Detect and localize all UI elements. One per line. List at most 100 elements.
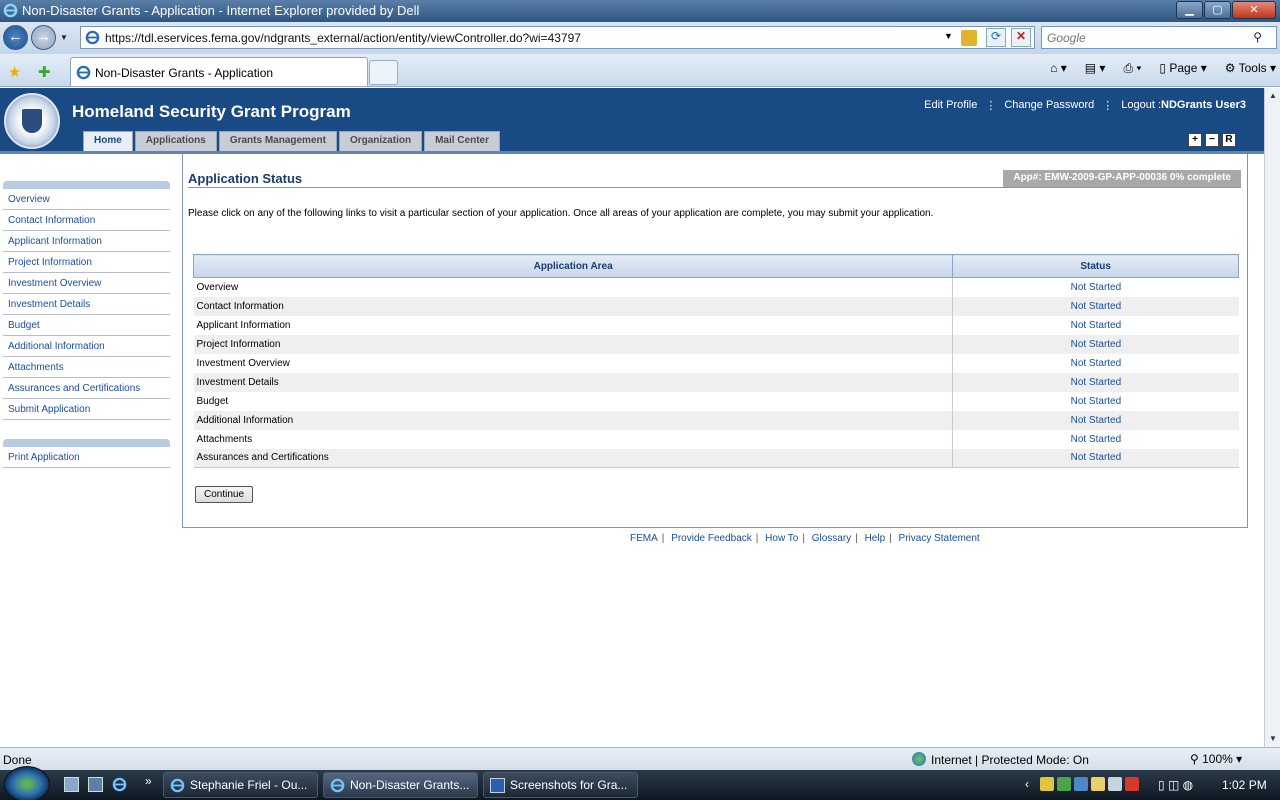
status-link[interactable]: Not Started	[953, 278, 1239, 297]
print-icon[interactable]: ⎙ ▾	[1123, 61, 1141, 76]
scroll-down-icon[interactable]: ▼	[1265, 731, 1280, 747]
stop-button[interactable]: ✕	[1011, 28, 1031, 47]
tools-menu[interactable]: ⚙ Tools ▾	[1225, 61, 1276, 76]
scroll-up-icon[interactable]: ▲	[1265, 88, 1280, 104]
table-row: Investment Overview Not Started	[193, 353, 1239, 373]
table-row: Attachments Not Started	[193, 429, 1239, 449]
sidebar-item-budget[interactable]: Budget	[3, 315, 170, 336]
taskbar-label: Screenshots for Gra...	[510, 778, 628, 792]
sidebar-item-submit-application[interactable]: Submit Application	[3, 399, 170, 420]
url-text[interactable]: https://tdl.eservices.fema.gov/ndgrants_…	[105, 31, 581, 45]
favorites-star-icon[interactable]: ★	[8, 63, 21, 81]
tab-mail-center[interactable]: Mail Center	[424, 131, 500, 151]
change-password-link[interactable]: Change Password	[1004, 99, 1094, 112]
edit-profile-link[interactable]: Edit Profile	[924, 99, 977, 112]
status-link[interactable]: Not Started	[952, 448, 1239, 468]
minimize-button[interactable]: ▁	[1176, 1, 1203, 19]
sidebar-item-project-information[interactable]: Project Information	[3, 252, 170, 273]
search-icon[interactable]: ⚲	[1253, 30, 1262, 44]
tray-icon[interactable]	[1091, 777, 1105, 791]
tab-applications[interactable]: Applications	[134, 131, 217, 151]
tray-expand-icon[interactable]: ‹	[1025, 777, 1029, 791]
footer-link-glossary[interactable]: Glossary	[812, 533, 851, 544]
maximize-button[interactable]: ▢	[1204, 1, 1231, 19]
tray-icon[interactable]	[1040, 777, 1054, 791]
tray-icon[interactable]	[1074, 777, 1088, 791]
refresh-button[interactable]: ⟳	[986, 28, 1006, 47]
sidebar-item-investment-details[interactable]: Investment Details	[3, 294, 170, 315]
ie-quicklaunch-icon[interactable]	[112, 777, 127, 792]
home-icon[interactable]: ⌂ ▾	[1050, 61, 1067, 76]
status-link[interactable]: Not Started	[952, 296, 1239, 316]
volume-network-icons[interactable]: ▯ ◫ ◍	[1158, 778, 1193, 792]
forward-button[interactable]: →	[31, 25, 56, 50]
security-zone[interactable]: Internet | Protected Mode: On	[912, 752, 1089, 767]
zoom-control[interactable]: ⚲ 100% ▾	[1190, 752, 1242, 766]
table-row: Additional Information Not Started	[193, 410, 1239, 430]
clock[interactable]: 1:02 PM	[1222, 778, 1267, 792]
add-favorites-icon[interactable]: ✚	[38, 63, 51, 81]
tab-home[interactable]: Home	[83, 131, 133, 151]
switch-windows-icon[interactable]	[88, 777, 103, 792]
taskbar-button-word[interactable]: Screenshots for Gra...	[483, 772, 638, 798]
sidebar-item-attachments[interactable]: Attachments	[3, 357, 170, 378]
continue-button[interactable]: Continue	[195, 486, 254, 503]
quicklaunch-chevron-icon[interactable]: »	[145, 774, 160, 789]
sidebar-item-applicant-information[interactable]: Applicant Information	[3, 231, 170, 252]
status-link[interactable]: Not Started	[953, 354, 1239, 373]
status-link[interactable]: Not Started	[953, 430, 1239, 449]
status-link[interactable]: Not Started	[953, 392, 1239, 411]
application-status-panel: Application Status App#: EMW-2009-GP-APP…	[182, 154, 1248, 528]
browser-tab[interactable]: Non-Disaster Grants - Application	[70, 57, 368, 86]
recent-pages-dropdown-icon[interactable]: ▼	[60, 33, 68, 42]
start-button[interactable]	[4, 766, 50, 800]
footer-link-feedback[interactable]: Provide Feedback	[671, 533, 752, 544]
area-cell: Applicant Information	[193, 315, 954, 335]
page-menu[interactable]: ▯ Page ▾	[1159, 61, 1206, 76]
search-input[interactable]	[1047, 28, 1247, 48]
address-dropdown-icon[interactable]: ▼	[944, 31, 953, 41]
status-link[interactable]: Not Started	[952, 410, 1239, 430]
new-tab-button[interactable]	[369, 60, 398, 85]
status-link[interactable]: Not Started	[952, 334, 1239, 354]
taskbar-label: Stephanie Friel - Ou...	[190, 778, 308, 792]
logout-link[interactable]: Logout :	[1121, 99, 1161, 112]
footer-link-fema[interactable]: FEMA	[630, 533, 658, 544]
tray-icon[interactable]	[1057, 777, 1071, 791]
feeds-icon[interactable]: ▤ ▾	[1085, 61, 1106, 76]
tab-organization[interactable]: Organization	[338, 131, 423, 151]
footer-link-privacy[interactable]: Privacy Statement	[899, 533, 980, 544]
main-nav-tabs: Home Applications Grants Management Orga…	[83, 131, 502, 151]
sidebar-item-assurances[interactable]: Assurances and Certifications	[3, 378, 170, 399]
back-button[interactable]: ←	[3, 25, 28, 50]
sidebar-item-contact-information[interactable]: Contact Information	[3, 210, 170, 231]
tray-icon[interactable]	[1108, 777, 1122, 791]
sidebar-item-investment-overview[interactable]: Investment Overview	[3, 273, 170, 294]
footer-link-help[interactable]: Help	[865, 533, 886, 544]
tray-icon[interactable]	[1125, 777, 1139, 791]
footer-link-how-to[interactable]: How To	[765, 533, 798, 544]
sidebar-item-additional-information[interactable]: Additional Information	[3, 336, 170, 357]
column-header-area: Application Area	[192, 254, 954, 278]
lock-icon[interactable]	[961, 30, 977, 46]
status-link[interactable]: Not Started	[953, 316, 1239, 335]
vertical-scrollbar[interactable]: ▲ ▼	[1264, 88, 1280, 747]
taskbar-button-outlook[interactable]: Stephanie Friel - Ou...	[163, 772, 318, 798]
show-desktop-icon[interactable]	[64, 777, 79, 792]
ie-tab-icon	[76, 65, 91, 80]
taskbar-button-ie[interactable]: Non-Disaster Grants...	[323, 772, 478, 798]
table-row: Project Information Not Started	[193, 334, 1239, 354]
tab-title: Non-Disaster Grants - Application	[95, 66, 274, 80]
sidebar-item-overview[interactable]: Overview	[3, 189, 170, 210]
close-button[interactable]: ✕	[1232, 1, 1276, 19]
status-link[interactable]: Not Started	[952, 372, 1239, 392]
reset-font-button[interactable]: R	[1222, 133, 1236, 147]
increase-font-button[interactable]: +	[1188, 133, 1202, 147]
area-cell: Project Information	[193, 334, 954, 354]
page-icon	[85, 30, 100, 45]
tab-grants-management[interactable]: Grants Management	[218, 131, 337, 151]
sidebar-item-print-application[interactable]: Print Application	[3, 447, 170, 468]
address-bar[interactable]: https://tdl.eservices.fema.gov/ndgrants_…	[80, 26, 1035, 49]
search-box[interactable]: ⚲	[1041, 26, 1277, 49]
decrease-font-button[interactable]: −	[1205, 133, 1219, 147]
